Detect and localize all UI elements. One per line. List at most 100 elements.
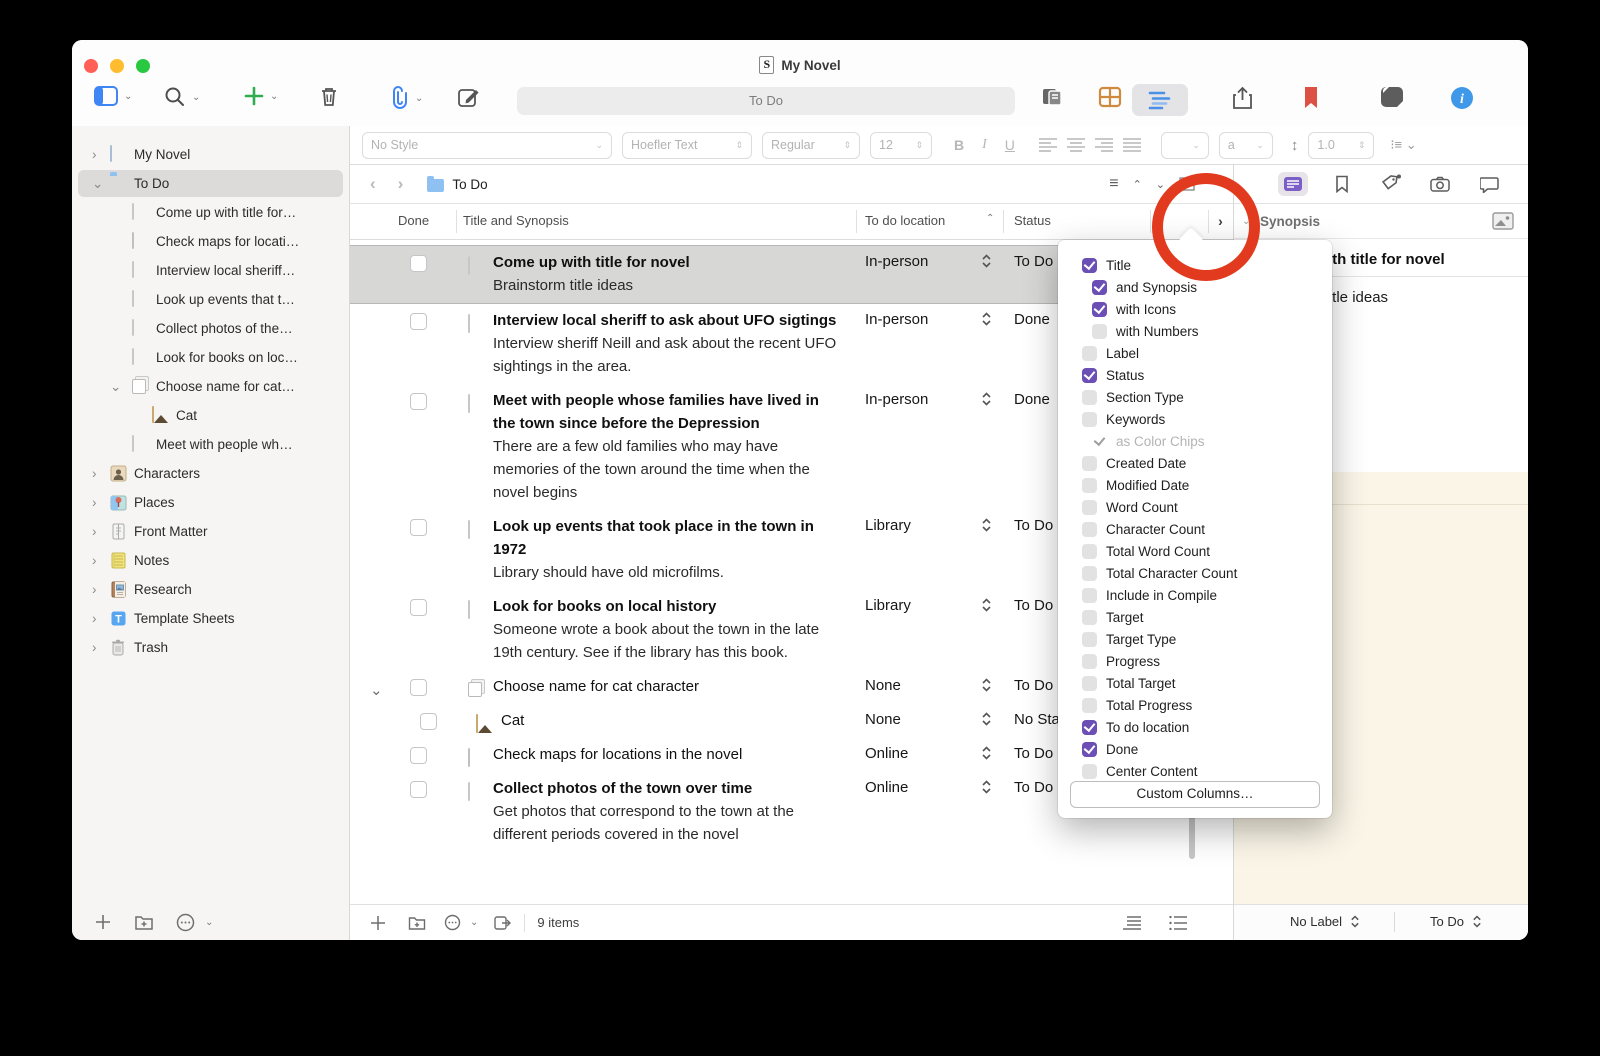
- checkbox-icon[interactable]: [1082, 346, 1097, 361]
- column-header-done[interactable]: Done: [398, 213, 429, 228]
- menu-item-section-type[interactable]: Section Type: [1058, 386, 1332, 408]
- done-checkbox[interactable]: [410, 781, 427, 798]
- row-location[interactable]: Library: [865, 597, 911, 614]
- italic-button[interactable]: I: [978, 137, 991, 153]
- location-stepper-icon[interactable]: [981, 678, 992, 692]
- row-status[interactable]: To Do: [1014, 253, 1053, 270]
- more-options-button[interactable]: ⌄: [444, 914, 478, 931]
- chevron-right-icon[interactable]: ›: [92, 147, 102, 162]
- checkbox-checked-icon[interactable]: [1082, 368, 1097, 383]
- tab-metadata[interactable]: [1376, 172, 1406, 196]
- sidebar-item-notes[interactable]: ›Notes: [72, 546, 349, 575]
- location-stepper-icon[interactable]: [981, 254, 992, 268]
- done-checkbox[interactable]: [410, 599, 427, 616]
- font-size-select[interactable]: 12⇕: [870, 132, 932, 159]
- tab-snapshots[interactable]: [1425, 172, 1455, 196]
- previous-document-button[interactable]: ⌃: [1133, 178, 1142, 191]
- checkbox-icon[interactable]: [1082, 698, 1097, 713]
- checkbox-checked-icon[interactable]: [1082, 720, 1097, 735]
- location-stepper-icon[interactable]: [981, 780, 992, 794]
- attach-button[interactable]: ⌄: [387, 86, 423, 110]
- menu-item-center-content[interactable]: Center Content: [1058, 760, 1332, 782]
- item-menu-button[interactable]: ≡: [1109, 175, 1118, 193]
- font-select[interactable]: Hoefler Text⇕: [622, 132, 752, 159]
- row-status[interactable]: To Do: [1014, 779, 1053, 796]
- chevron-right-icon[interactable]: ›: [92, 611, 102, 626]
- back-button[interactable]: ‹: [370, 174, 376, 194]
- add-document-button[interactable]: [94, 913, 112, 931]
- synopsis-image-button[interactable]: [1492, 212, 1514, 235]
- column-header-status[interactable]: Status: [1014, 213, 1051, 228]
- menu-item-status[interactable]: Status: [1058, 364, 1332, 386]
- row-status[interactable]: Done: [1014, 391, 1050, 408]
- row-status[interactable]: Done: [1014, 311, 1050, 328]
- outline-view-button[interactable]: [1132, 84, 1188, 116]
- menu-item-with-icons[interactable]: with Icons: [1058, 298, 1332, 320]
- corkboard-view-button[interactable]: [1098, 86, 1122, 108]
- checkbox-icon[interactable]: [1082, 544, 1097, 559]
- sidebar-item[interactable]: Look for books on loc…: [72, 343, 349, 372]
- highlight-select[interactable]: a⌄: [1219, 132, 1273, 159]
- checkbox-icon[interactable]: [1082, 566, 1097, 581]
- chevron-right-icon[interactable]: ›: [92, 466, 102, 481]
- sidebar-item-trash[interactable]: ›Trash: [72, 633, 349, 662]
- row-status[interactable]: To Do: [1014, 517, 1053, 534]
- location-stepper-icon[interactable]: [981, 312, 992, 326]
- chevron-right-icon[interactable]: ›: [92, 495, 102, 510]
- bookmark-button[interactable]: [1302, 86, 1320, 109]
- sidebar-item[interactable]: Cat: [72, 401, 349, 430]
- column-options-button[interactable]: ›: [1208, 209, 1233, 234]
- location-stepper-icon[interactable]: [981, 392, 992, 406]
- menu-item-done[interactable]: Done: [1058, 738, 1332, 760]
- align-right-button[interactable]: [1095, 138, 1113, 152]
- location-stepper-icon[interactable]: [981, 598, 992, 612]
- row-status[interactable]: To Do: [1014, 677, 1053, 694]
- chevron-down-icon[interactable]: ⌄: [192, 92, 200, 103]
- bold-button[interactable]: B: [950, 137, 968, 153]
- location-stepper-icon[interactable]: [981, 746, 992, 760]
- done-checkbox[interactable]: [420, 713, 437, 730]
- row-location[interactable]: Online: [865, 745, 908, 762]
- add-item-button[interactable]: ⌄: [244, 86, 278, 106]
- more-options-button[interactable]: ⌄: [176, 913, 213, 932]
- chevron-down-icon[interactable]: ⌄: [92, 176, 102, 192]
- checkbox-icon[interactable]: [1082, 654, 1097, 669]
- share-button[interactable]: [1232, 86, 1253, 110]
- done-checkbox[interactable]: [410, 519, 427, 536]
- location-stepper-icon[interactable]: [981, 712, 992, 726]
- row-location[interactable]: In-person: [865, 253, 928, 270]
- row-location[interactable]: None: [865, 711, 901, 728]
- list-view-button[interactable]: [1169, 916, 1187, 930]
- center-content-button[interactable]: [1123, 916, 1141, 930]
- location-stepper-icon[interactable]: [981, 518, 992, 532]
- tab-notes[interactable]: [1278, 172, 1308, 196]
- status-select[interactable]: To Do: [1430, 914, 1482, 929]
- text-color-select[interactable]: ⌄: [1161, 132, 1209, 159]
- inspector-toggle-button[interactable]: i: [1450, 86, 1474, 110]
- copyholder-button[interactable]: [1040, 86, 1064, 108]
- menu-item-total-progress[interactable]: Total Progress: [1058, 694, 1332, 716]
- underline-button[interactable]: U: [1001, 137, 1019, 153]
- chevron-down-icon[interactable]: ⌄: [270, 91, 278, 102]
- checkbox-icon[interactable]: [1082, 676, 1097, 691]
- menu-item-include-in-compile[interactable]: Include in Compile: [1058, 584, 1332, 606]
- checkbox-icon[interactable]: [1082, 478, 1097, 493]
- align-left-button[interactable]: [1039, 138, 1057, 152]
- sidebar-item[interactable]: Check maps for locati…: [72, 227, 349, 256]
- checkbox-icon[interactable]: [1082, 390, 1097, 405]
- binder-toggle-button[interactable]: ⌄: [94, 86, 132, 106]
- menu-item-modified-date[interactable]: Modified Date: [1058, 474, 1332, 496]
- checkbox-checked-icon[interactable]: [1092, 280, 1107, 295]
- list-style-button[interactable]: ⁝≡ ⌄: [1390, 137, 1416, 153]
- sidebar-item[interactable]: ⌄Choose name for cat…: [72, 372, 349, 401]
- chevron-down-icon[interactable]: ⌄: [110, 379, 120, 395]
- menu-item-title[interactable]: Title: [1058, 254, 1332, 276]
- menu-item-with-numbers[interactable]: with Numbers: [1058, 320, 1332, 342]
- search-button[interactable]: ⌄: [164, 86, 200, 108]
- next-document-button[interactable]: ⌄: [1156, 178, 1165, 191]
- checkbox-icon[interactable]: [1082, 588, 1097, 603]
- chevron-right-icon[interactable]: ›: [92, 582, 102, 597]
- tab-bookmarks[interactable]: [1327, 172, 1357, 196]
- sidebar-item[interactable]: Look up events that t…: [72, 285, 349, 314]
- chevron-down-icon[interactable]: ⌄: [415, 93, 423, 104]
